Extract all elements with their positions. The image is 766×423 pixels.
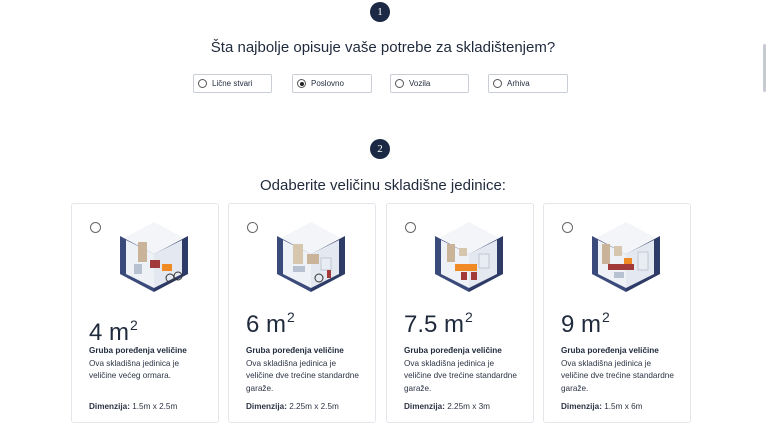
unit-size: 7.5 m2 — [404, 309, 473, 338]
option-archive-label: Arhiva — [507, 79, 530, 88]
unit-description: Ova skladišna jedinica je veličine dve t… — [246, 359, 359, 393]
option-business-label: Poslovno — [311, 79, 344, 88]
unit-description: Ova skladišna jedinica je veličine dve t… — [561, 359, 674, 393]
option-business[interactable]: Poslovno — [292, 74, 372, 93]
unit-comparison-title: Gruba poređenja veličine — [561, 346, 659, 355]
storage-unit-illustration — [277, 222, 345, 292]
option-vehicles-label: Vozila — [409, 79, 431, 88]
unit-description: Ova skladišna jedinica je veličine većeg… — [89, 359, 180, 381]
storage-needs-question: Šta najbolje opisuje vaše potrebe za skl… — [210, 39, 556, 56]
unit-card-4m2[interactable]: 4 m2 Gruba poređenja veličine Ova skladi… — [71, 203, 219, 423]
unit-4m2-radio[interactable] — [90, 222, 101, 233]
option-personal[interactable]: Lične stvari — [193, 74, 272, 93]
option-personal-label: Lične stvari — [212, 79, 253, 88]
step-2-badge: 2 — [370, 139, 390, 159]
step-1-badge: 1 — [370, 2, 390, 22]
option-archive-radio[interactable] — [493, 79, 502, 88]
unit-7-5m2-radio[interactable] — [405, 222, 416, 233]
storage-unit-illustration — [120, 222, 188, 292]
unit-size-question: Odaberite veličinu skladišne jedinice: — [260, 177, 506, 194]
unit-card-9m2[interactable]: 9 m2 Gruba poređenja veličine Ova skladi… — [543, 203, 691, 423]
unit-card-7-5m2[interactable]: 7.5 m2 Gruba poređenja veličine Ova skla… — [386, 203, 534, 423]
unit-6m2-radio[interactable] — [247, 222, 258, 233]
option-archive[interactable]: Arhiva — [488, 74, 568, 93]
option-personal-radio[interactable] — [198, 79, 207, 88]
unit-description: Ova skladišna jedinica je veličine dve t… — [404, 359, 517, 393]
unit-card-6m2[interactable]: 6 m2 Gruba poređenja veličine Ova skladi… — [228, 203, 376, 423]
storage-unit-illustration — [592, 222, 660, 292]
option-vehicles-radio[interactable] — [395, 79, 404, 88]
option-vehicles[interactable]: Vozila — [390, 74, 469, 93]
unit-comparison-title: Gruba poređenja veličine — [404, 346, 502, 355]
unit-size: 6 m2 — [246, 309, 295, 338]
unit-comparison-title: Gruba poređenja veličine — [89, 346, 187, 355]
unit-9m2-radio[interactable] — [562, 222, 573, 233]
option-business-radio[interactable] — [297, 79, 306, 88]
unit-size: 4 m2 — [89, 317, 138, 346]
unit-comparison-title: Gruba poređenja veličine — [246, 346, 344, 355]
storage-unit-illustration — [435, 222, 503, 292]
unit-size: 9 m2 — [561, 309, 610, 338]
